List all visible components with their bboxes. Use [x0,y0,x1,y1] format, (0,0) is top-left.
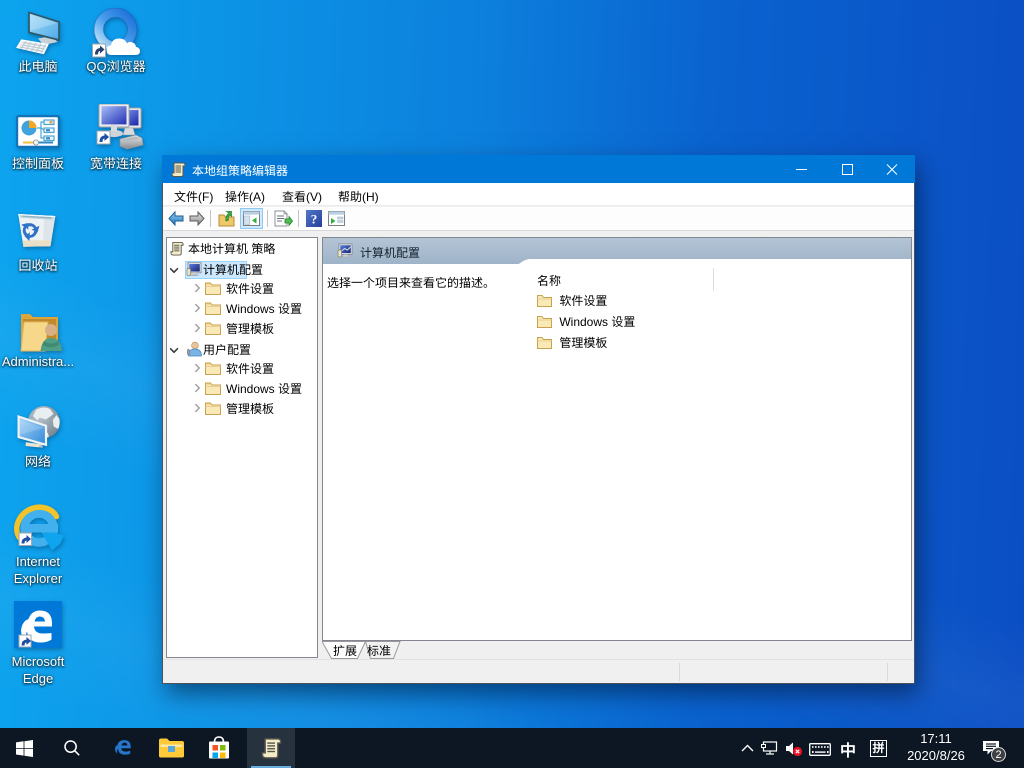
svg-text:扩展: 扩展 [333,644,357,658]
svg-text:标准: 标准 [367,644,391,658]
svg-text:?: ? [311,212,318,227]
